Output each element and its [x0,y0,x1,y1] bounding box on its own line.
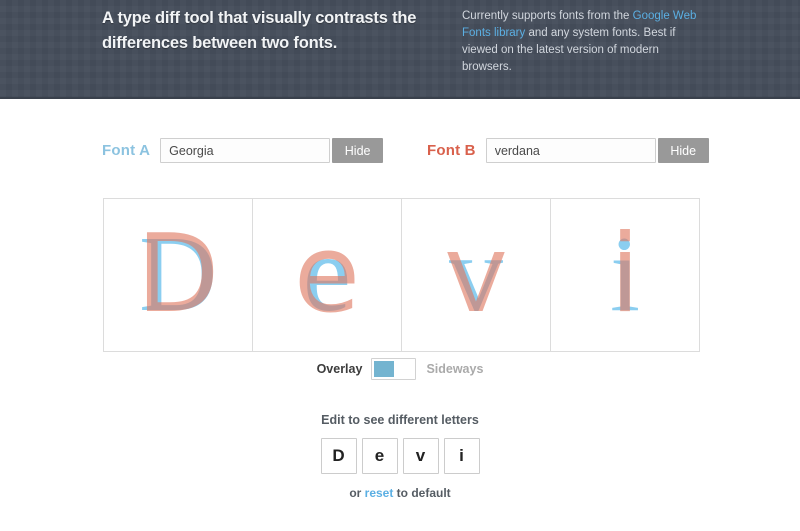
font-b-control-row: Font B Hide [427,138,709,163]
font-b-hide-button[interactable]: Hide [657,138,709,163]
letter-input[interactable] [361,438,398,474]
font-b-input[interactable] [485,138,656,163]
font-b-label: Font B [427,142,476,159]
glyph-overlay-stack: i i [551,199,699,351]
font-a-control-row: Font A Hide [102,138,384,163]
reset-link[interactable]: reset [365,486,394,500]
letter-editor: Edit to see different letters or reset t… [0,413,800,500]
reset-prefix-text: or [349,486,365,500]
letter-input[interactable] [402,438,439,474]
letter-input-group [0,438,800,474]
view-mode-toggle-row: Overlay Sideways [0,358,800,380]
glyph-panel: D D [104,199,253,351]
font-a-input[interactable] [160,138,331,163]
description-text-before: Currently supports fonts from the [462,10,633,22]
page-tagline: A type diff tool that visually contrasts… [102,9,417,52]
header-description: Currently supports fonts from the Google… [462,8,710,76]
letter-input[interactable] [443,438,480,474]
editor-hint-label: Edit to see different letters [321,413,479,427]
reset-line: or reset to default [0,486,800,500]
font-a-label: Font A [102,142,151,159]
view-mode-switch[interactable] [371,358,417,380]
page-header: A type diff tool that visually contrasts… [0,0,800,99]
glyph-comparison-grid: D D e e v v i i [103,198,700,352]
glyph-layer-font-b: e [293,212,361,337]
glyph-layer-font-b: D [136,212,220,337]
glyph-panel: i i [551,199,699,351]
font-a-hide-button[interactable]: Hide [332,138,384,163]
glyph-layer-font-b: v [444,212,508,337]
glyph-layer-font-b: i [609,212,640,337]
glyph-overlay-stack: v v [402,199,550,351]
glyph-overlay-stack: D D [104,199,252,351]
glyph-panel: v v [402,199,551,351]
header-inner: A type diff tool that visually contrasts… [0,0,800,97]
glyph-overlay-stack: e e [253,199,401,351]
glyph-panel: e e [253,199,402,351]
reset-suffix-text: to default [393,486,451,500]
sideways-mode-label[interactable]: Sideways [426,362,483,376]
main-content: Font A Hide Font B Hide D D e e v v [0,99,800,531]
letter-input[interactable] [320,438,357,474]
switch-knob [374,361,394,377]
overlay-mode-label[interactable]: Overlay [317,362,363,376]
